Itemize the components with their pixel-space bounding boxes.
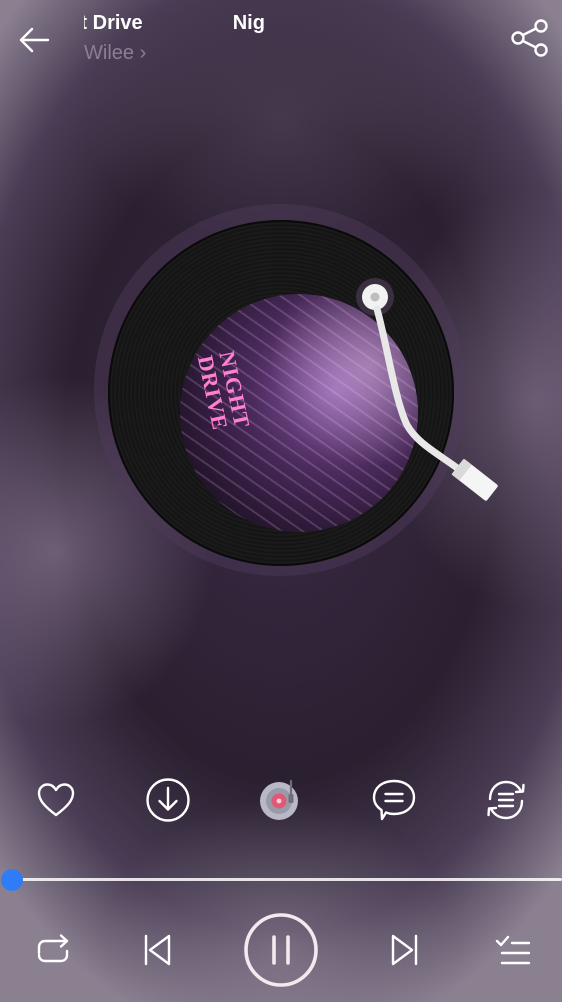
playlist-button[interactable] [488,926,538,974]
chevron-right-icon: › [139,42,147,65]
share-icon [511,19,548,57]
turntable: NIGHT DRIVE [90,200,498,580]
tonearm [356,278,498,501]
comments-button[interactable] [364,770,424,830]
artist-link[interactable]: Wilee › [84,42,146,65]
previous-icon [144,934,171,966]
back-button[interactable] [14,22,54,58]
play-pause-button[interactable] [243,912,319,988]
action-bar [0,770,562,830]
download-icon [146,778,190,822]
share-button[interactable] [510,18,550,58]
next-button[interactable] [382,926,428,974]
repeat-button[interactable] [28,928,78,972]
playback-mode-button[interactable] [476,770,536,830]
song-info[interactable]: ght Drive Nig Wilee › [84,10,306,70]
arrow-left-icon [19,27,50,53]
heart-icon [37,783,75,817]
progress-bar[interactable] [0,866,562,894]
comment-icon [372,779,416,821]
playlist-icon [495,935,531,965]
pause-icon [244,913,318,987]
song-title: ght Drive [84,12,143,34]
download-button[interactable] [138,770,198,830]
progress-thumb[interactable] [1,869,23,891]
loop-icon [487,780,525,820]
turntable-mode-button[interactable] [251,770,311,830]
vinyl-icon [260,779,298,820]
player-header: ght Drive Nig Wilee › [0,0,562,80]
song-title-repeat: Nig [232,12,265,34]
repeat-icon [37,934,69,963]
artist-name: Wilee [84,42,135,65]
song-title-marquee: ght Drive Nig [84,12,265,35]
next-icon [391,934,418,966]
progress-track[interactable] [12,878,562,881]
playback-controls [0,910,562,990]
previous-button[interactable] [134,926,180,974]
like-button[interactable] [26,770,86,830]
